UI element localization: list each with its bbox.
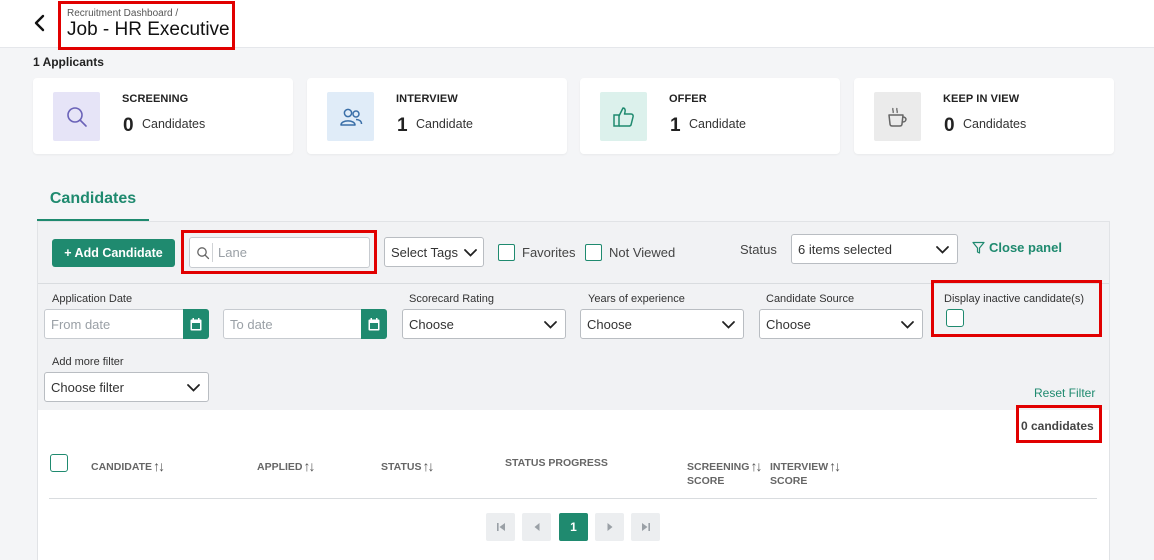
- column-label: SCORE: [687, 475, 725, 487]
- column-label: SCREENING: [687, 461, 750, 473]
- from-date-field: [44, 309, 209, 339]
- favorites-label: Favorites: [522, 245, 576, 260]
- previous-page-icon[interactable]: [522, 513, 551, 541]
- stat-card-keep-in-view[interactable]: KEEP IN VIEW 0 Candidates: [854, 78, 1114, 154]
- add-more-filter-label: Add more filter: [52, 356, 124, 368]
- stat-count: 1: [670, 115, 681, 136]
- sort-icon: ↑↓: [829, 458, 841, 474]
- stat-label: KEEP IN VIEW: [943, 93, 1020, 105]
- column-header-candidate[interactable]: CANDIDATE↑↓: [91, 457, 165, 474]
- scorecard-rating-value: Choose: [409, 317, 454, 332]
- chevron-down-icon: [901, 321, 914, 329]
- stat-card-interview[interactable]: INTERVIEW 1 Candidate: [307, 78, 567, 154]
- sort-icon: ↑↓: [303, 458, 316, 474]
- experience-value: Choose: [587, 317, 632, 332]
- stat-unit: Candidate: [416, 117, 473, 131]
- page-number-button[interactable]: 1: [559, 513, 588, 541]
- stat-card-screening[interactable]: SCREENING 0 Candidates: [33, 78, 293, 154]
- stat-count: 0: [944, 115, 955, 136]
- from-date-input[interactable]: [51, 310, 171, 338]
- search-icon: [53, 92, 100, 141]
- not-viewed-label: Not Viewed: [609, 245, 676, 260]
- experience-label: Years of experience: [588, 293, 685, 305]
- stat-count: 0: [123, 115, 134, 136]
- breadcrumb[interactable]: Recruitment Dashboard /: [67, 8, 178, 19]
- candidate-source-dropdown[interactable]: Choose: [759, 309, 923, 339]
- to-date-field: [223, 309, 387, 339]
- filter-icon: [972, 241, 985, 254]
- add-more-filter-dropdown[interactable]: Choose filter: [44, 372, 209, 402]
- stat-label: SCREENING: [122, 93, 189, 105]
- stat-label: INTERVIEW: [396, 93, 458, 105]
- last-page-icon[interactable]: [631, 513, 660, 541]
- close-panel-label: Close panel: [989, 240, 1062, 255]
- favorites-checkbox[interactable]: [498, 244, 515, 261]
- column-label: STATUS: [381, 461, 422, 473]
- column-header-status[interactable]: STATUS↑↓: [381, 457, 434, 474]
- status-dropdown[interactable]: 6 items selected: [791, 234, 958, 264]
- first-page-icon[interactable]: [486, 513, 515, 541]
- sort-icon: ↑↓: [422, 458, 434, 474]
- column-label: INTERVIEW: [770, 461, 829, 473]
- stat-count: 1: [397, 115, 408, 136]
- chevron-down-icon: [722, 321, 735, 329]
- next-page-icon[interactable]: [595, 513, 624, 541]
- status-value: 6 items selected: [798, 242, 892, 257]
- chevron-down-icon: [936, 246, 949, 254]
- back-arrow-icon[interactable]: [30, 12, 50, 34]
- applicants-count: 1 Applicants: [33, 55, 104, 69]
- stat-unit: Candidate: [689, 117, 746, 131]
- people-icon: [327, 92, 374, 141]
- add-candidate-button[interactable]: + Add Candidate: [52, 239, 175, 267]
- display-inactive-checkbox[interactable]: [946, 309, 964, 327]
- candidate-source-label: Candidate Source: [766, 293, 855, 305]
- stat-unit: Candidates: [142, 117, 206, 131]
- stat-card-offer[interactable]: OFFER 1 Candidate: [580, 78, 840, 154]
- scorecard-rating-label: Scorecard Rating: [409, 293, 494, 305]
- coffee-cup-icon: [874, 92, 921, 141]
- to-date-input[interactable]: [230, 310, 350, 338]
- search-field: [189, 237, 370, 268]
- candidate-source-value: Choose: [766, 317, 811, 332]
- thumbs-up-icon: [600, 92, 647, 141]
- status-label: Status: [740, 242, 777, 257]
- column-label: APPLIED: [257, 461, 303, 473]
- select-tags-dropdown[interactable]: Select Tags: [384, 237, 484, 267]
- stat-label: OFFER: [669, 93, 707, 105]
- column-header-interview-score[interactable]: INTERVIEW↑↓: [770, 457, 841, 474]
- sort-icon: ↑↓: [153, 458, 165, 474]
- chevron-down-icon: [464, 249, 477, 257]
- divider: [49, 498, 1097, 499]
- display-inactive-label: Display inactive candidate(s): [944, 293, 1085, 305]
- candidate-count: 0 candidates: [1021, 419, 1094, 433]
- column-label: CANDIDATE: [91, 461, 153, 473]
- column-header-screening-score[interactable]: SCREENING↑↓: [687, 457, 762, 474]
- calendar-icon[interactable]: [183, 309, 209, 339]
- column-label: STATUS PROGRESS: [505, 457, 608, 469]
- calendar-icon[interactable]: [361, 309, 387, 339]
- column-header-applied[interactable]: APPLIED↑↓: [257, 457, 316, 474]
- select-all-checkbox[interactable]: [50, 454, 68, 472]
- sort-icon: ↑↓: [750, 458, 762, 474]
- scorecard-rating-dropdown[interactable]: Choose: [402, 309, 566, 339]
- page-title: Job - HR Executive: [67, 19, 230, 40]
- column-header-status-progress: STATUS PROGRESS: [505, 457, 608, 469]
- search-input[interactable]: [218, 238, 366, 267]
- application-date-label: Application Date: [52, 293, 133, 305]
- select-tags-label: Select Tags: [391, 245, 458, 260]
- add-more-filter-value: Choose filter: [51, 380, 124, 395]
- column-label: SCORE: [770, 475, 808, 487]
- not-viewed-checkbox[interactable]: [585, 244, 602, 261]
- chevron-down-icon: [187, 384, 200, 392]
- search-icon: [197, 247, 210, 260]
- divider: [212, 243, 213, 262]
- experience-dropdown[interactable]: Choose: [580, 309, 744, 339]
- chevron-down-icon: [544, 321, 557, 329]
- reset-filter-link[interactable]: Reset Filter: [1034, 386, 1095, 400]
- close-panel-button[interactable]: Close panel: [972, 240, 1062, 255]
- tab-candidates[interactable]: Candidates: [37, 180, 149, 222]
- stat-unit: Candidates: [963, 117, 1027, 131]
